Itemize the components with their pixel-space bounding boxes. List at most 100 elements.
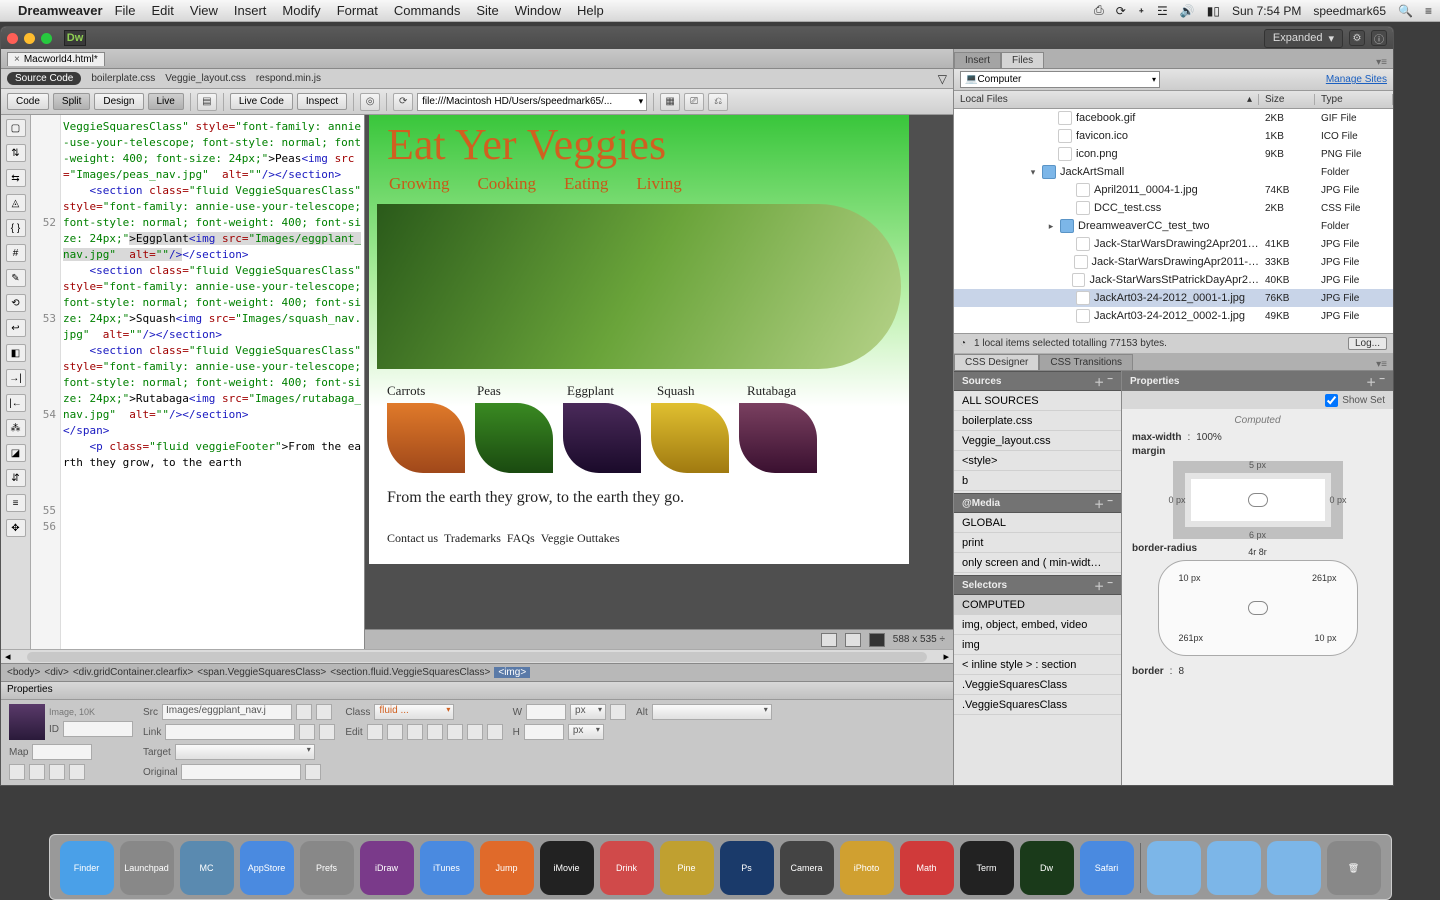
file-row[interactable]: April2011_0004-1.jpg74KBJPG File xyxy=(954,181,1393,199)
selector-item[interactable]: .VeggieSquaresClass xyxy=(954,695,1121,715)
expand-icon[interactable]: ⇆ xyxy=(6,169,26,187)
close-button[interactable] xyxy=(7,33,18,44)
crop-icon[interactable] xyxy=(427,724,443,740)
dock-app[interactable]: Drink xyxy=(600,841,654,895)
media-item[interactable]: GLOBAL xyxy=(954,513,1121,533)
link-icon[interactable] xyxy=(1248,493,1268,507)
tag-path-selected[interactable]: <img> xyxy=(494,667,530,678)
live-page-mock[interactable]: Eat Yer Veggies Growing Cooking Eating L… xyxy=(369,115,909,564)
browser-nav-back-icon[interactable]: ◎ xyxy=(360,93,380,111)
dock-app[interactable]: iPhoto xyxy=(840,841,894,895)
format-icon[interactable]: ≡ xyxy=(6,494,26,512)
dock-app[interactable]: Ps xyxy=(720,841,774,895)
selector-item[interactable]: < inline style > : section xyxy=(954,655,1121,675)
file-row[interactable]: ▾JackArtSmallFolder xyxy=(954,163,1393,181)
file-row[interactable]: ▸DreamweaverCC_test_twoFolder xyxy=(954,217,1393,235)
phone-size-icon[interactable] xyxy=(821,633,837,647)
footer-link[interactable]: FAQs xyxy=(507,531,535,546)
select-parent-icon[interactable]: ◬ xyxy=(6,194,26,212)
link-icon[interactable] xyxy=(1248,601,1268,615)
footer-link[interactable]: Veggie Outtakes xyxy=(541,531,620,546)
tag-path[interactable]: <section.fluid.VeggieSquaresClass> xyxy=(330,667,490,678)
file-row[interactable]: JackArt03-24-2012_0001-1.jpg76KBJPG File xyxy=(954,289,1393,307)
tag-path[interactable]: <body> xyxy=(7,667,40,678)
point-to-file-icon[interactable] xyxy=(299,724,315,740)
split-view-button[interactable]: Split xyxy=(53,93,90,110)
notifications-icon[interactable]: ≡ xyxy=(1425,4,1432,18)
remove-selector-icon[interactable]: − xyxy=(1107,578,1113,593)
file-row[interactable]: Jack-StarWarsStPatrickDayApr2…40KBJPG Fi… xyxy=(954,271,1393,289)
alt-select[interactable] xyxy=(652,704,772,720)
bluetooth-icon[interactable]: ᛭ xyxy=(1138,4,1145,18)
properties-header[interactable]: Properties xyxy=(1,682,953,700)
dock-app[interactable]: Finder xyxy=(60,841,114,895)
code-pane[interactable]: 5253545556 VeggieSquaresClass" style="fo… xyxy=(31,115,365,649)
selectors-list[interactable]: COMPUTED img, object, embed, video img <… xyxy=(954,595,1121,785)
dock-app[interactable]: Term xyxy=(960,841,1014,895)
brightness-icon[interactable] xyxy=(467,724,483,740)
indent-icon[interactable]: →| xyxy=(6,369,26,387)
app-name[interactable]: Dreamweaver xyxy=(18,3,103,18)
collapse-icon[interactable]: ⇅ xyxy=(6,144,26,162)
css-properties-area[interactable]: Computed max-width:100% margin 5 px 6 px… xyxy=(1122,409,1393,785)
wifi-icon[interactable]: ☲ xyxy=(1157,4,1168,18)
browse-icon[interactable] xyxy=(316,704,332,720)
remove-source-icon[interactable]: − xyxy=(1107,374,1113,389)
source-item[interactable]: <style> xyxy=(954,451,1121,471)
dock-app[interactable]: iTunes xyxy=(420,841,474,895)
original-input[interactable] xyxy=(181,764,301,780)
poly-hotspot-icon[interactable] xyxy=(69,764,85,780)
media-item[interactable]: only screen and ( min-widt… xyxy=(954,553,1121,573)
filter-icon[interactable]: ▽ xyxy=(938,72,947,86)
dock-app[interactable]: Dw xyxy=(1020,841,1074,895)
h-unit-select[interactable]: px xyxy=(568,724,604,740)
battery-icon[interactable]: ▮▯ xyxy=(1207,4,1220,18)
related-file[interactable]: Veggie_layout.css xyxy=(165,73,246,84)
syntax-icon[interactable]: ◧ xyxy=(6,344,26,362)
add-selector-icon[interactable]: ＋ xyxy=(1094,578,1104,593)
media-list[interactable]: GLOBAL print only screen and ( min-widt… xyxy=(954,513,1121,575)
file-row[interactable]: Jack-StarWarsDrawing2Apr201…41KBJPG File xyxy=(954,235,1393,253)
zoom-button[interactable] xyxy=(41,33,52,44)
tab-files[interactable]: Files xyxy=(1001,52,1044,68)
edit-settings-icon[interactable] xyxy=(387,724,403,740)
file-row[interactable]: DCC_test.css2KBCSS File xyxy=(954,199,1393,217)
clock[interactable]: Sun 7:54 PM xyxy=(1232,4,1301,18)
file-row[interactable]: facebook.gif2KBGIF File xyxy=(954,109,1393,127)
sources-list[interactable]: ALL SOURCES boilerplate.css Veggie_layou… xyxy=(954,391,1121,493)
log-button[interactable]: Log... xyxy=(1348,337,1387,350)
remove-media-icon[interactable]: − xyxy=(1107,496,1113,511)
width-input[interactable] xyxy=(526,704,566,720)
dock-app[interactable]: Launchpad xyxy=(120,841,174,895)
design-view-button[interactable]: Design xyxy=(94,93,143,110)
dock-app[interactable]: iMovie xyxy=(540,841,594,895)
document-tab[interactable]: ×Macworld4.html* xyxy=(7,52,105,66)
map-input[interactable] xyxy=(32,744,92,760)
resample-icon[interactable] xyxy=(447,724,463,740)
w-unit-select[interactable]: px xyxy=(570,704,606,720)
add-prop-icon[interactable]: ＋ xyxy=(1366,374,1376,389)
site-combo[interactable]: 💻 Computer xyxy=(960,71,1160,88)
comment-icon[interactable]: ⁂ xyxy=(6,419,26,437)
dock-folder[interactable] xyxy=(1147,841,1201,895)
refactor-icon[interactable]: ⟲ xyxy=(6,294,26,312)
file-mgmt-icon[interactable]: ⎚ xyxy=(684,93,704,111)
tag-path[interactable]: <span.VeggieSquaresClass> xyxy=(197,667,326,678)
file-row[interactable]: JackArt03-24-2012_0002-1.jpg49KBJPG File xyxy=(954,307,1393,325)
volume-icon[interactable]: 🔊 xyxy=(1180,4,1195,18)
link-input[interactable] xyxy=(165,724,295,740)
file-row[interactable]: Jack-StarWarsDrawingApr2011-…33KBJPG Fil… xyxy=(954,253,1393,271)
dock-app[interactable]: Pine xyxy=(660,841,714,895)
tag-path[interactable]: <div> xyxy=(44,667,68,678)
menu-commands[interactable]: Commands xyxy=(394,3,460,18)
class-select[interactable]: fluid ... xyxy=(374,704,454,720)
tag-path[interactable]: <div.gridContainer.clearfix> xyxy=(73,667,193,678)
col-size[interactable]: Size xyxy=(1259,94,1315,105)
col-name[interactable]: Local Files ▴ xyxy=(954,94,1259,105)
tab-css-transitions[interactable]: CSS Transitions xyxy=(1039,354,1133,370)
dock-app[interactable]: Jump xyxy=(480,841,534,895)
selector-item[interactable]: COMPUTED xyxy=(954,595,1121,615)
src-input[interactable]: Images/eggplant_nav.j xyxy=(162,704,292,720)
outdent-icon[interactable]: |← xyxy=(6,394,26,412)
manage-sites-link[interactable]: Manage Sites xyxy=(1326,74,1387,85)
